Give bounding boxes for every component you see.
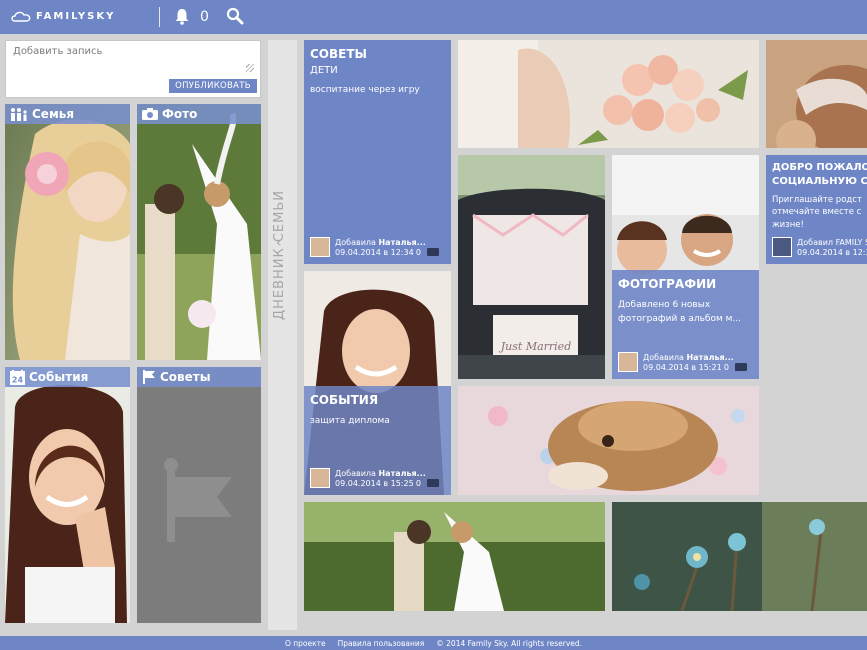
author-link[interactable]: Наталья... (378, 469, 425, 478)
author-link[interactable]: FAMILY SK (836, 238, 867, 247)
comment-icon[interactable] (735, 363, 747, 371)
family-diary-tab[interactable]: ДНЕВНИК СЕМЬИ ‹ (268, 40, 297, 630)
category-tips-header: Советы (137, 367, 261, 387)
welcome-text: Приглашайте родст отмечайте вместе с жиз… (772, 195, 862, 230)
tips-tile-text: воспитание через игру (310, 85, 420, 95)
welcome-tile[interactable]: ДОБРО ПОЖАЛОВ СОЦИАЛЬНУЮ СЕ Приглашайте … (766, 155, 867, 264)
author-link[interactable]: Наталья... (686, 353, 733, 362)
category-events-header: 24 События (5, 367, 130, 387)
bell-icon[interactable] (174, 8, 190, 29)
category-tips-label: Советы (160, 370, 211, 384)
family-diary-label: ДНЕВНИК СЕМЬИ (272, 190, 287, 321)
camera-icon (142, 108, 158, 120)
category-family-label: Семья (32, 107, 75, 121)
avatar[interactable] (310, 237, 330, 257)
photos-tile-overlay: ФОТОГРАФИИ Добавлено 6 новых фотографий … (612, 270, 759, 379)
added-by: Добавила (335, 238, 376, 247)
events-tile-text: защита диплома (310, 416, 390, 426)
flag-icon (143, 370, 155, 384)
wedding-photo (137, 104, 261, 360)
photos-tile-text: Добавлено 6 новых фотографий в альбом м.… (618, 300, 741, 325)
post-date: 09.04.2014 в 15:25 (335, 479, 414, 488)
photos-tile-meta: Добавила Наталья... 09.04.2014 в 15:21 0 (618, 352, 753, 374)
search-icon[interactable] (226, 7, 244, 29)
wedding-car-photo: Just Married (458, 155, 605, 379)
flowers-photo-tile[interactable] (612, 502, 867, 611)
notification-count[interactable]: 0 (200, 9, 209, 25)
bouquet-photo-tile[interactable] (458, 40, 759, 148)
avatar[interactable] (618, 352, 638, 372)
footer-copyright: © 2014 Family Sky. All rights reserved. (436, 638, 583, 648)
divider (159, 7, 160, 27)
category-tips[interactable]: Советы (137, 367, 261, 623)
welcome-meta: Добавил FAMILY SK 09.04.2014 в 12:34 (772, 237, 867, 259)
flowers-photo (612, 502, 867, 611)
logo[interactable]: FAMILYSKY (10, 10, 115, 22)
welcome-title-line2: СОЦИАЛЬНУЮ СЕ (772, 175, 867, 187)
publish-button[interactable]: ОПУБЛИКОВАТЬ (169, 79, 257, 93)
tips-tile-meta: Добавила Наталья... 09.04.2014 в 12:34 0 (310, 237, 445, 259)
category-family-header: Семья (5, 104, 130, 124)
welcome-title: ДОБРО ПОЖАЛОВ (772, 162, 867, 173)
footer-rules-link[interactable]: Правила пользования (338, 639, 425, 648)
category-family[interactable]: Семья (5, 104, 130, 360)
events-photo (5, 367, 130, 623)
events-tile-title: СОБЫТИЯ (310, 393, 379, 407)
category-events-label: События (29, 370, 89, 384)
tips-tile[interactable]: СОВЕТЫ ДЕТИ воспитание через игру Добави… (304, 40, 451, 264)
post-input[interactable] (10, 43, 256, 75)
footer-about-link[interactable]: О проекте (285, 639, 326, 648)
post-date: 09.04.2014 в 12:34 (335, 248, 414, 257)
bunny-wide-photo (458, 386, 759, 495)
category-photo[interactable]: Фото (137, 104, 261, 360)
wedding-car-photo-tile[interactable]: Just Married (458, 155, 605, 379)
tips-tile-title: СОВЕТЫ (310, 47, 367, 61)
added-by: Добавил (797, 238, 834, 247)
avatar[interactable] (310, 468, 330, 488)
comment-icon[interactable] (427, 248, 439, 256)
comment-icon[interactable] (427, 479, 439, 487)
chevron-left-icon[interactable]: ‹ (276, 235, 282, 251)
photos-tile[interactable]: ФОТОГРАФИИ Добавлено 6 новых фотографий … (612, 155, 759, 379)
post-date: 09.04.2014 в 12:34 (797, 248, 867, 257)
bunny-photo-tile[interactable] (766, 40, 867, 148)
tips-tile-subtitle: ДЕТИ (310, 65, 338, 76)
footer: О проекте Правила пользования © 2014 Fam… (0, 636, 867, 650)
calendar-icon: 24 (10, 369, 25, 385)
cloud-avatar-icon (772, 237, 792, 257)
photos-tile-title: ФОТОГРАФИИ (618, 277, 717, 291)
flag-placeholder-icon (137, 367, 261, 623)
comment-count: 0 (415, 248, 421, 257)
category-photo-header: Фото (137, 104, 261, 124)
category-events[interactable]: 24 События (5, 367, 130, 623)
comment-count: 0 (723, 363, 729, 372)
svg-text:Just Married: Just Married (499, 340, 571, 353)
calendar-day: 24 (12, 375, 24, 384)
events-tile-overlay: СОБЫТИЯ защита диплома Добавила Наталья.… (304, 386, 451, 495)
family-icon (11, 107, 27, 121)
author-link[interactable]: Наталья... (378, 238, 425, 247)
brand-name: FAMILYSKY (36, 10, 116, 22)
compose-box: ОПУБЛИКОВАТЬ (5, 40, 261, 98)
cloud-logo-icon (11, 11, 31, 22)
wedding-wide-photo-tile[interactable] (304, 502, 605, 611)
events-tile-meta: Добавила Наталья... 09.04.2014 в 15:25 0 (310, 468, 445, 490)
resize-grip-icon[interactable] (246, 64, 254, 72)
wedding-wide-photo (304, 502, 605, 611)
bouquet-photo (458, 40, 759, 148)
family-photo (5, 104, 130, 360)
category-photo-label: Фото (162, 107, 198, 121)
events-tile[interactable]: СОБЫТИЯ защита диплома Добавила Наталья.… (304, 271, 451, 495)
comment-count: 0 (415, 479, 421, 488)
post-date: 09.04.2014 в 15:21 (643, 363, 722, 372)
added-by: Добавила (643, 353, 684, 362)
bunny-wide-photo-tile[interactable] (458, 386, 759, 495)
added-by: Добавила (335, 469, 376, 478)
top-bar: FAMILYSKY 0 (0, 0, 867, 34)
bunny-photo (766, 40, 867, 148)
